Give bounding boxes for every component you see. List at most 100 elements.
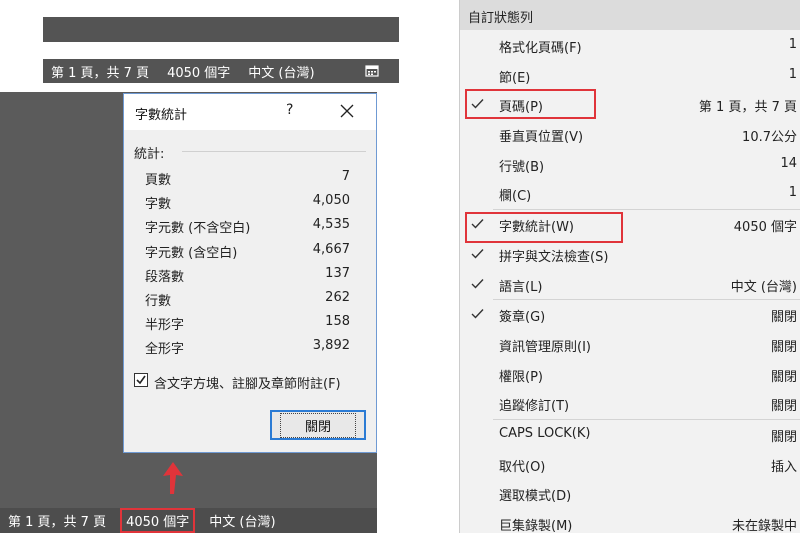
menu-item-label: 權限(P) bbox=[499, 369, 543, 385]
menu-item-value: 插入 bbox=[770, 459, 797, 475]
menu-item-label: 格式化頁碼(F) bbox=[499, 41, 582, 56]
stat-row: 字元數 (含空白) 4,667 bbox=[124, 240, 376, 264]
menu-item-label: 節(E) bbox=[499, 70, 531, 86]
menu-item[interactable]: CAPS LOCK(K) 關閉 bbox=[460, 420, 800, 450]
dialog-title: 字數統計 bbox=[135, 108, 188, 123]
menu-item-label: 選取模式(D) bbox=[499, 489, 572, 505]
menu-item[interactable]: 欄(C) 1 bbox=[460, 179, 800, 209]
bottom-status-language[interactable]: 中文 (台灣) bbox=[209, 511, 275, 530]
menu-item[interactable]: 格式化頁碼(F) 1 bbox=[460, 31, 800, 61]
stat-label: 頁數 bbox=[145, 173, 172, 188]
menu-item-label: 拼字與文法檢查(S) bbox=[499, 249, 609, 265]
menu-item[interactable]: 行號(B) 14 bbox=[460, 150, 800, 180]
stat-row: 頁數 7 bbox=[124, 167, 376, 191]
stat-value: 158 bbox=[325, 314, 350, 330]
menu-item[interactable]: 拼字與文法檢查(S) bbox=[460, 240, 800, 270]
document-area-strip bbox=[43, 17, 399, 42]
stat-label: 行數 bbox=[145, 293, 172, 309]
checkmark-icon bbox=[471, 278, 484, 289]
statistics-section-label: 統計: bbox=[134, 147, 165, 162]
top-status-language[interactable]: 中文 (台灣) bbox=[248, 62, 314, 81]
bottom-status-page[interactable]: 第 1 頁，共 7 頁 bbox=[8, 511, 106, 530]
top-status-page[interactable]: 第 1 頁，共 7 頁 bbox=[51, 62, 149, 81]
menu-item[interactable]: 簽章(G) 關閉 bbox=[460, 300, 800, 330]
dialog-titlebar[interactable]: 字數統計 ? bbox=[124, 94, 376, 130]
stat-row: 全形字 3,892 bbox=[124, 336, 376, 360]
stat-label: 半形字 bbox=[145, 318, 185, 334]
menu-item-value: 10.7公分 bbox=[742, 130, 797, 146]
menu-item-value: 1 bbox=[788, 66, 797, 82]
stat-value: 137 bbox=[325, 265, 350, 281]
section-divider bbox=[182, 151, 366, 152]
stat-label: 全形字 bbox=[145, 342, 185, 358]
menu-item[interactable]: 追蹤修訂(T) 關閉 bbox=[460, 389, 800, 419]
menu-item[interactable]: 語言(L) 中文 (台灣) bbox=[460, 270, 800, 300]
highlight-page-number bbox=[465, 89, 596, 119]
highlight-word-count bbox=[465, 212, 623, 243]
customize-status-bar-menu: 自訂狀態列 格式化頁碼(F) 1 節(E) 1 頁碼(P) 第 1 頁，共 7 頁垂直頁位… bbox=[459, 0, 800, 533]
stat-value: 4,050 bbox=[312, 193, 350, 209]
menu-header: 自訂狀態列 bbox=[460, 0, 800, 30]
menu-header-title: 自訂狀態列 bbox=[468, 11, 534, 26]
menu-item-label: CAPS LOCK(K) bbox=[499, 425, 591, 441]
stat-row: 半形字 158 bbox=[124, 312, 376, 336]
calendar-icon[interactable] bbox=[365, 64, 379, 77]
checkmark-icon bbox=[136, 375, 146, 385]
stat-value: 4,667 bbox=[312, 241, 350, 257]
menu-item[interactable]: 節(E) 1 bbox=[460, 61, 800, 91]
close-button[interactable]: 關閉 bbox=[270, 410, 366, 440]
stat-label: 字元數 (含空白) bbox=[145, 245, 238, 261]
include-textboxes-checkbox[interactable] bbox=[134, 373, 148, 387]
close-icon[interactable] bbox=[339, 103, 355, 119]
menu-item-value: 關閉 bbox=[770, 310, 797, 326]
menu-item-value: 關閉 bbox=[770, 339, 797, 355]
stat-label: 段落數 bbox=[145, 269, 185, 285]
stat-value: 3,892 bbox=[312, 338, 350, 354]
menu-item-value: 4050 個字 bbox=[733, 220, 797, 236]
menu-item[interactable]: 垂直頁位置(V) 10.7公分 bbox=[460, 120, 800, 150]
stat-label: 字數 bbox=[145, 197, 172, 213]
menu-item[interactable]: 取代(O) 插入 bbox=[460, 450, 800, 480]
help-button[interactable]: ? bbox=[286, 102, 293, 118]
bottom-status-word-count[interactable]: 4050 個字 bbox=[120, 508, 196, 533]
red-arrow-icon bbox=[163, 462, 183, 494]
menu-item-label: 語言(L) bbox=[499, 279, 543, 295]
statistics-list: 頁數 7 字數 4,050 字元數 (不含空白) 4,535 字元數 (含空白) 4,6… bbox=[124, 167, 376, 361]
menu-item[interactable]: 巨集錄製(M) 未在錄製中 bbox=[460, 509, 800, 533]
checkmark-icon bbox=[471, 309, 484, 319]
menu-item[interactable]: 權限(P) 關閉 bbox=[460, 360, 800, 390]
word-count-dialog: 字數統計 ? 統計: 頁數 7 字數 4,050 字元數 (不含空白) 4,535 字… bbox=[123, 93, 377, 453]
top-status-word-count[interactable]: 4050 個字 bbox=[167, 62, 230, 81]
menu-item-label: 欄(C) bbox=[499, 189, 532, 205]
include-textboxes-label[interactable]: 含文字方塊、註腳及章節附註(F) bbox=[154, 373, 341, 392]
menu-item-label: 巨集錄製(M) bbox=[499, 519, 573, 533]
menu-item-label: 簽章(G) bbox=[499, 310, 546, 326]
menu-item-label: 追蹤修訂(T) bbox=[499, 399, 570, 415]
stat-value: 7 bbox=[341, 169, 350, 184]
stat-row: 字元數 (不含空白) 4,535 bbox=[124, 215, 376, 239]
menu-item-value: 關閉 bbox=[770, 399, 797, 415]
menu-item-value: 關閉 bbox=[770, 429, 797, 445]
menu-item[interactable]: 資訊管理原則(I) 關閉 bbox=[460, 330, 800, 360]
stat-value: 262 bbox=[325, 289, 350, 305]
menu-item-label: 資訊管理原則(I) bbox=[499, 339, 591, 355]
top-status-bar: 第 1 頁，共 7 頁 4050 個字 中文 (台灣) bbox=[43, 59, 399, 83]
stat-row: 段落數 137 bbox=[124, 264, 376, 288]
menu-item-value: 未在錄製中 bbox=[731, 519, 797, 533]
stat-value: 4,535 bbox=[312, 217, 350, 233]
stat-row: 字數 4,050 bbox=[124, 191, 376, 215]
close-button-label: 關閉 bbox=[279, 412, 356, 438]
menu-item-value: 1 bbox=[788, 37, 797, 52]
bottom-status-bar: 第 1 頁，共 7 頁 4050 個字 中文 (台灣) bbox=[0, 508, 377, 533]
menu-item-label: 取代(O) bbox=[499, 459, 546, 475]
menu-item-label: 垂直頁位置(V) bbox=[499, 130, 584, 146]
menu-item[interactable]: 選取模式(D) bbox=[460, 479, 800, 509]
menu-item-value: 14 bbox=[780, 155, 797, 171]
stat-row: 行數 262 bbox=[124, 288, 376, 312]
menu-item-value: 第 1 頁，共 7 頁 bbox=[698, 100, 797, 116]
menu-item-label: 行號(B) bbox=[499, 159, 545, 175]
menu-item-value: 關閉 bbox=[770, 369, 797, 385]
stat-label: 字元數 (不含空白) bbox=[145, 221, 251, 237]
checkmark-icon bbox=[471, 248, 484, 259]
menu-item-value: 中文 (台灣) bbox=[730, 279, 797, 295]
